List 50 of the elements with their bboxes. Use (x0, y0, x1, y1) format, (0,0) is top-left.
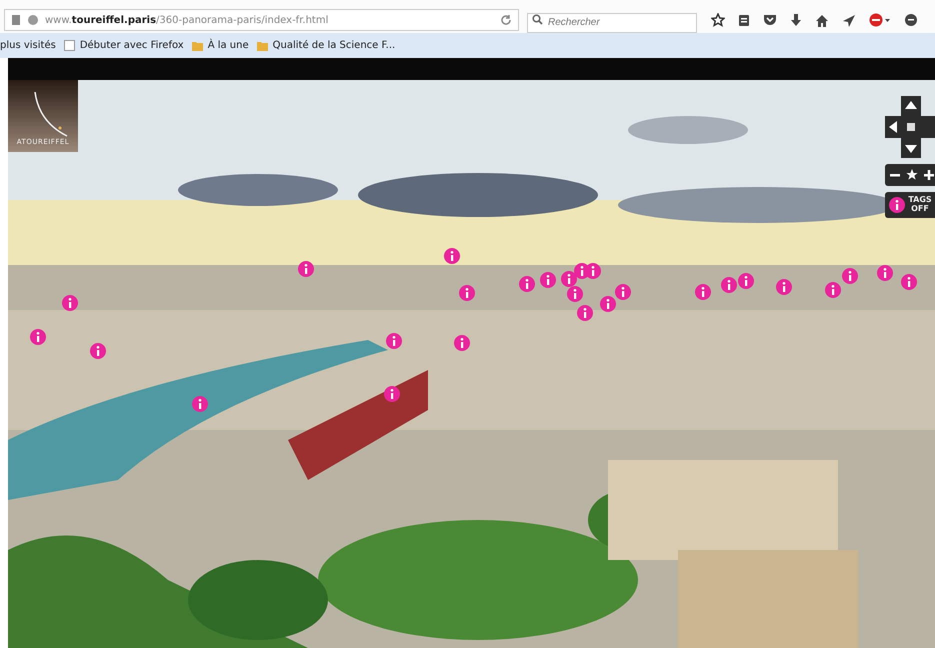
pocket-icon[interactable] (763, 14, 777, 26)
bookmark-item[interactable]: À la une (192, 40, 249, 51)
star-icon[interactable] (711, 13, 725, 27)
send-icon[interactable] (842, 14, 856, 26)
info-pin-icon[interactable] (519, 276, 535, 292)
info-pin-icon[interactable] (901, 274, 917, 290)
url-text: www.toureiffel.paris/360-panorama-paris/index-fr.html (45, 14, 330, 26)
info-pin-icon[interactable] (62, 295, 78, 311)
info-icon (889, 197, 905, 213)
info-pin-icon[interactable] (721, 277, 737, 293)
info-pin-icon[interactable] (567, 286, 583, 302)
info-pin-icon[interactable] (384, 386, 400, 402)
info-pin-icon[interactable] (738, 273, 754, 289)
info-pin-icon[interactable] (615, 284, 631, 300)
search-field[interactable]: Rechercher (527, 12, 697, 32)
home-icon[interactable] (815, 14, 829, 26)
zoom-controls[interactable] (885, 164, 935, 186)
search-icon (532, 14, 543, 25)
info-pin-icon[interactable] (600, 296, 616, 312)
bookmark-item[interactable]: Qualité de la Science F... (256, 40, 396, 51)
tags-toggle[interactable]: TAGS OFF (885, 192, 935, 218)
info-pin-icon[interactable] (825, 282, 841, 298)
info-pin-icon[interactable] (877, 265, 893, 281)
info-pin-icon[interactable] (454, 335, 470, 351)
bookmark-item[interactable]: Débuter avec Firefox (64, 40, 184, 51)
info-pin-icon[interactable] (540, 272, 556, 288)
page-icon (11, 14, 21, 26)
page-icon (64, 40, 75, 51)
folder-icon (256, 40, 268, 50)
clipboard-icon[interactable] (738, 13, 750, 27)
download-icon[interactable] (790, 13, 802, 27)
info-pin-icon[interactable] (459, 285, 475, 301)
info-pin-icon[interactable] (298, 261, 314, 277)
bookmark-item[interactable]: plus visités (0, 40, 56, 51)
info-pin-icon[interactable] (444, 248, 460, 264)
info-pin-icon[interactable] (695, 284, 711, 300)
adblock-icon[interactable] (869, 13, 891, 27)
info-pin-icon[interactable] (30, 329, 46, 345)
info-pin-icon[interactable] (90, 343, 106, 359)
info-pin-icon[interactable] (386, 333, 402, 349)
info-pin-icon[interactable] (776, 279, 792, 295)
info-pin-icon[interactable] (585, 263, 601, 279)
direction-pad[interactable] (885, 96, 935, 158)
address-bar[interactable]: www.toureiffel.paris/360-panorama-paris/index-fr.html (4, 9, 519, 31)
folder-icon (192, 40, 203, 50)
info-pin-icon[interactable] (192, 396, 208, 412)
info-pin-icon[interactable] (842, 268, 858, 284)
reload-icon[interactable] (500, 14, 512, 26)
info-pin-icon[interactable] (561, 271, 577, 287)
info-pin-icon[interactable] (577, 305, 593, 321)
